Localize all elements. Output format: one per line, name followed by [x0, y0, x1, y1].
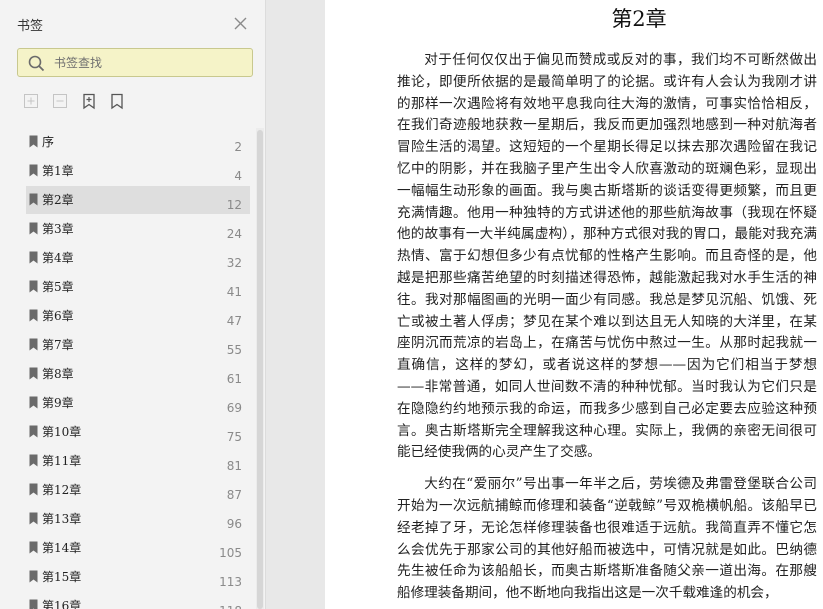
search-icon — [28, 55, 45, 72]
bookmark-item[interactable]: 第7章 55 — [26, 331, 250, 359]
bookmark-label: 第9章 — [42, 396, 74, 410]
bookmark-item[interactable]: 第11章 81 — [26, 447, 250, 475]
bookmark-item[interactable]: 第9章 69 — [26, 389, 250, 417]
paragraph: 对于任何仅仅出于偏见而赞成或反对的事，我们均不可断然做出推论，即便所依据的是最简… — [397, 52, 817, 461]
bookmark-item[interactable]: 第14章 105 — [26, 534, 250, 562]
page-number: 69 — [226, 401, 242, 415]
bookmark-icon — [29, 570, 38, 583]
bookmark-label: 第3章 — [42, 222, 74, 236]
bookmark-icon — [29, 483, 38, 496]
bookmark-item[interactable]: 第12章 87 — [26, 476, 250, 504]
bookmark-label: 第7章 — [42, 338, 74, 352]
bookmark-label: 序 — [42, 135, 55, 149]
document-page: 第2章 对于任何仅仅出于偏见而赞成或反对的事，我们均不可断然做出推论，即便所依据… — [325, 0, 823, 609]
bookmark-icon — [29, 512, 38, 525]
bookmark-label: 第1章 — [42, 164, 74, 178]
bookmark-item[interactable]: 序2 — [26, 128, 250, 156]
bookmark-icon — [29, 599, 38, 609]
bookmark-label: 第4章 — [42, 251, 74, 265]
expand-all-icon[interactable] — [22, 92, 40, 110]
page-number: 55 — [226, 343, 242, 357]
bookmark-item[interactable]: 第10章 75 — [26, 418, 250, 446]
bookmark-item[interactable]: 第5章 41 — [26, 273, 250, 301]
paragraph: 大约在“爱丽尔”号出事一年半之后，劳埃德及弗雷登堡联合公司开始为一次远航捕鲸而修… — [397, 476, 817, 602]
bookmark-icon[interactable] — [108, 92, 126, 110]
bookmark-icon — [29, 454, 38, 467]
chapter-title: 第2章 — [611, 7, 667, 31]
page-number: 41 — [226, 285, 242, 299]
bookmark-label: 第14章 — [42, 541, 82, 555]
page-number: 81 — [226, 459, 242, 473]
scrollbar-thumb[interactable] — [257, 130, 263, 609]
page-number: 61 — [226, 372, 242, 386]
body-text: 对于任何仅仅出于偏见而赞成或反对的事，我们均不可断然做出推论，即便所依据的是最简… — [397, 50, 817, 609]
bookmark-item[interactable]: 第2章 12 — [26, 186, 250, 214]
bookmark-label: 第6章 — [42, 309, 74, 323]
bookmarks-panel: 书签 序2第1章4第2章12第3章24第4章32第5章41第6章47第7章55第… — [0, 0, 266, 609]
bookmark-label: 第2章 — [42, 193, 74, 207]
page-number: 105 — [219, 546, 242, 560]
bookmark-label: 第16章 — [42, 599, 82, 609]
bookmark-label: 第11章 — [42, 454, 82, 468]
bookmark-item[interactable]: 第1章 4 — [26, 157, 250, 185]
bookmark-icon — [29, 251, 38, 264]
bookmark-item[interactable]: 第13章 96 — [26, 505, 250, 533]
page-number: 87 — [226, 488, 242, 502]
bookmark-label: 第12章 — [42, 483, 82, 497]
bookmark-item[interactable]: 第6章 47 — [26, 302, 250, 330]
bookmark-list: 序 2 第1章 4 第2章 12 第3章 24 第4章 32 第5章 41 第6章 47 第7章 55 第8章 6… — [0, 128, 266, 609]
document-gutter — [266, 0, 325, 609]
bookmark-icon — [29, 338, 38, 351]
bookmark-item[interactable]: 第8章 61 — [26, 360, 250, 388]
bookmark-icon — [29, 164, 38, 177]
page-number: 2 — [234, 140, 242, 154]
bookmark-icon — [29, 367, 38, 380]
page-number: 24 — [226, 227, 242, 241]
bookmark-add-icon[interactable] — [80, 92, 98, 110]
bookmark-item[interactable]: 第15章 113 — [26, 563, 250, 591]
bookmark-item[interactable]: 第16章 118 — [26, 592, 250, 609]
bookmark-item[interactable]: 第4章 32 — [26, 244, 250, 272]
bookmark-item[interactable]: 第3章 24 — [26, 215, 250, 243]
page-number: 113 — [219, 575, 242, 589]
search-input[interactable] — [54, 53, 244, 73]
panel-title: 书签 — [17, 19, 44, 34]
bookmark-icon — [29, 541, 38, 554]
page-number: 12 — [226, 198, 242, 212]
page-number: 96 — [226, 517, 242, 531]
bookmark-label: 第13章 — [42, 512, 82, 526]
bookmark-label: 第5章 — [42, 280, 74, 294]
bookmark-label: 第10章 — [42, 425, 82, 439]
bookmark-icon — [29, 396, 38, 409]
page-number: 75 — [226, 430, 242, 444]
collapse-all-icon[interactable] — [51, 92, 69, 110]
bookmark-label: 第8章 — [42, 367, 74, 381]
bookmark-search-box[interactable] — [17, 48, 253, 77]
bookmark-icon — [29, 135, 38, 148]
page-number: 4 — [234, 169, 242, 183]
bookmark-label: 第15章 — [42, 570, 82, 584]
bookmark-icon — [29, 309, 38, 322]
bookmark-icon — [29, 425, 38, 438]
bookmark-icon — [29, 193, 38, 206]
bookmark-icon — [29, 222, 38, 235]
page-number: 47 — [226, 314, 242, 328]
close-icon[interactable] — [233, 16, 248, 31]
page-number: 32 — [226, 256, 242, 270]
page-number: 118 — [219, 604, 242, 609]
bookmark-icon — [29, 280, 38, 293]
